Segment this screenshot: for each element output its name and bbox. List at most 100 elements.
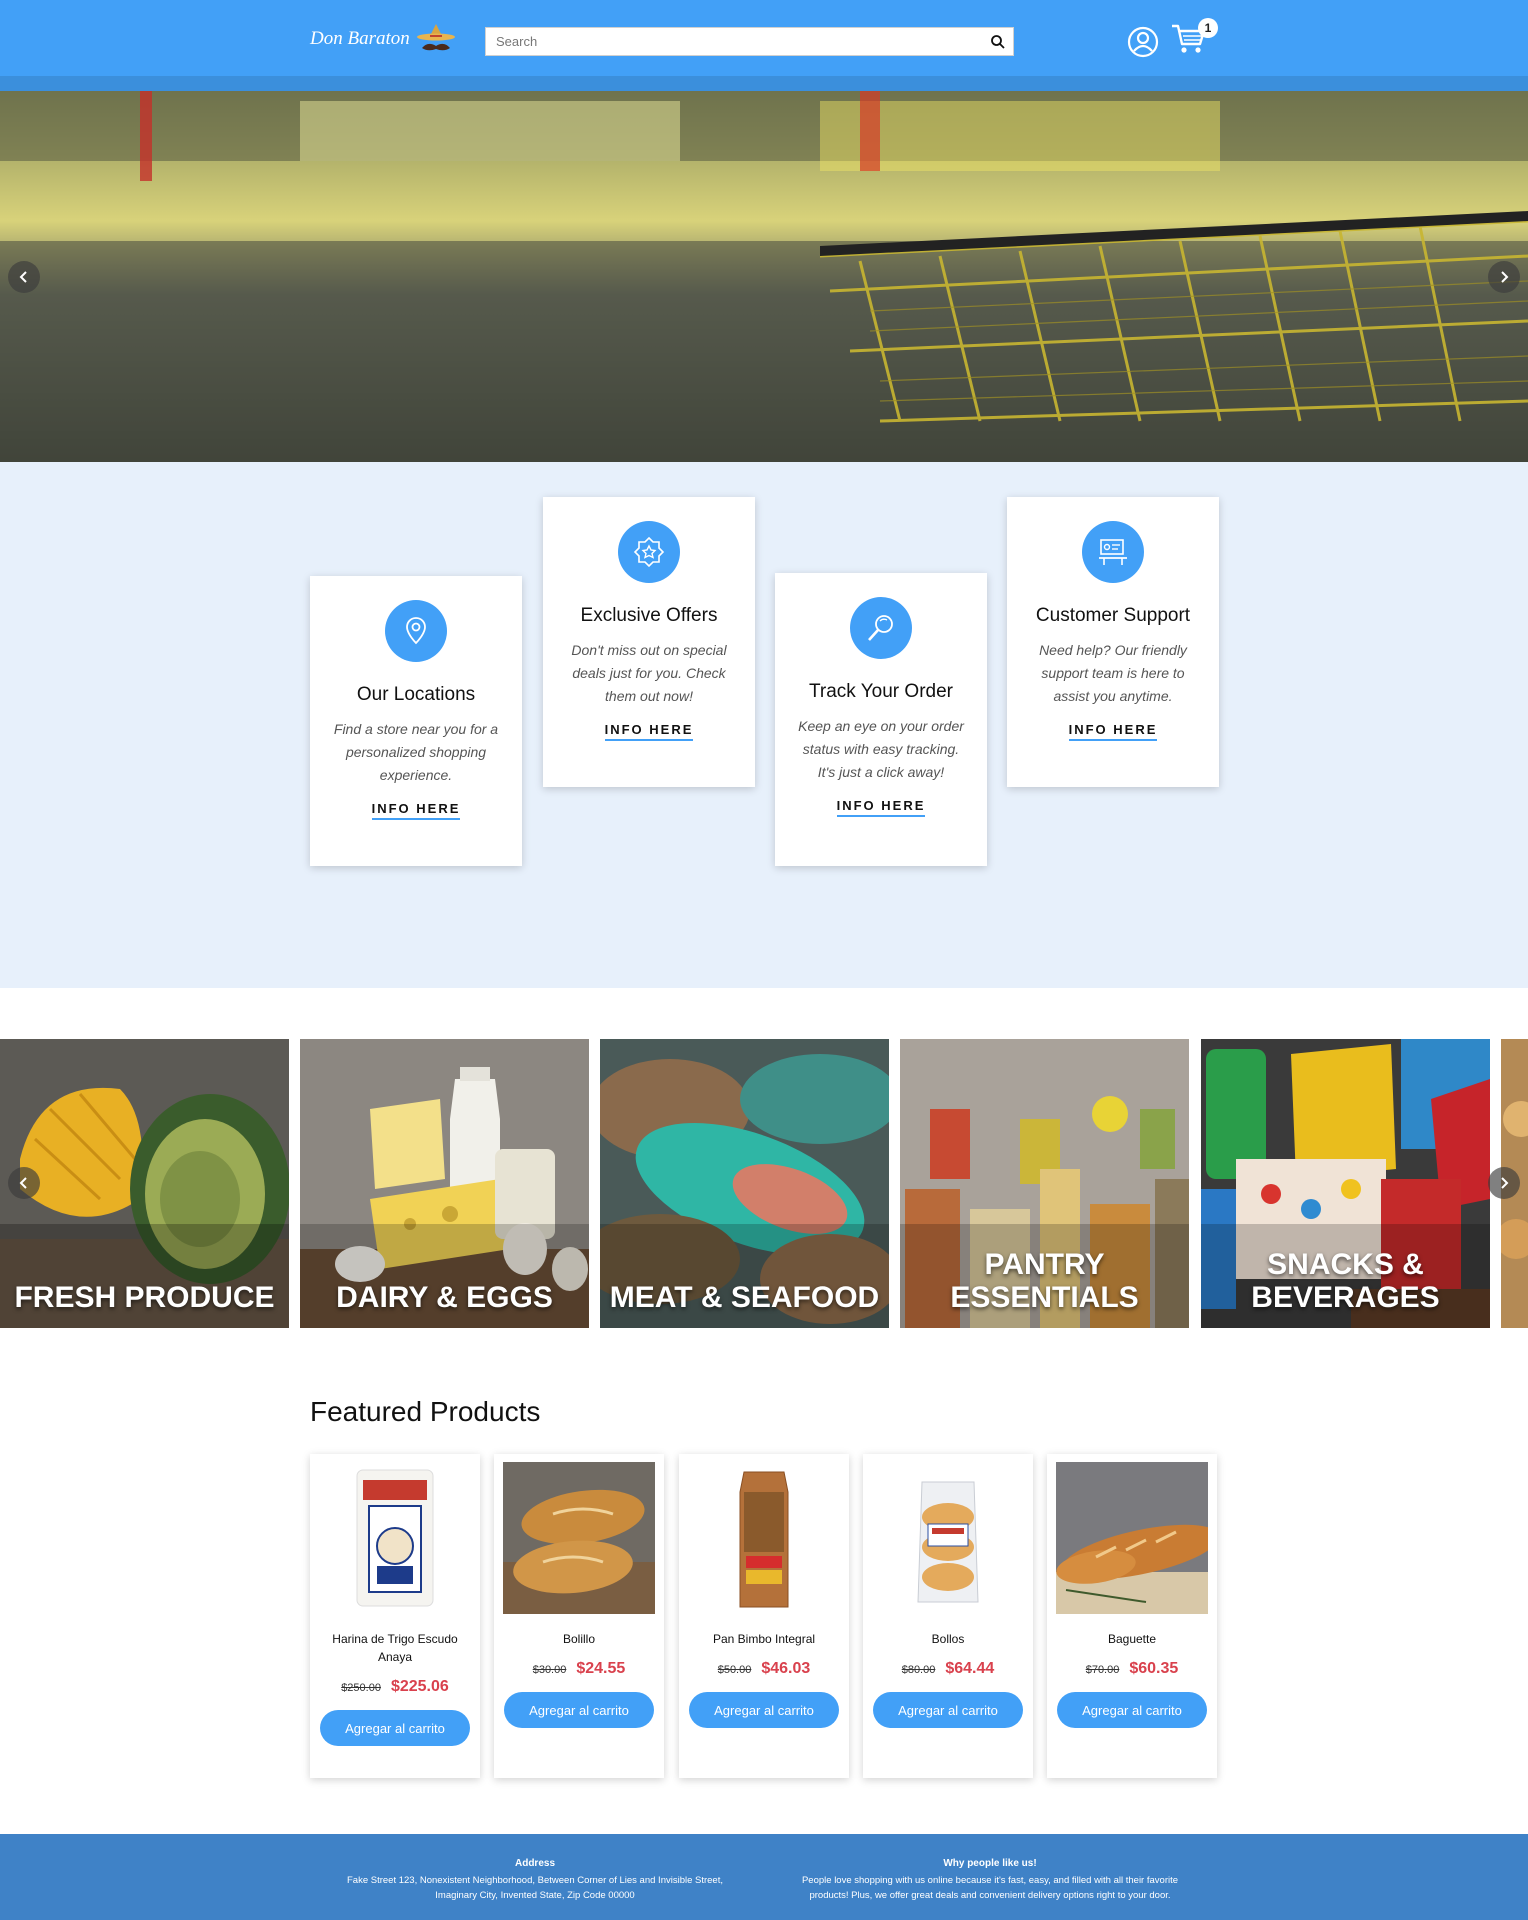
product-card: Bolillo $30.00 $24.55 Agregar al carrito [494,1454,664,1778]
sombrero-mustache-logo-icon [416,24,455,51]
service-title: Track Your Order [809,681,953,702]
category-prev-button[interactable] [8,1167,40,1199]
product-name[interactable]: Harina de Trigo Escudo Anaya [322,1630,468,1666]
badge-icon [618,521,680,583]
service-info-link[interactable]: INFO HERE [604,722,694,741]
category-label: DAIRY & EGGS [336,1281,553,1314]
service-title: Exclusive Offers [580,605,718,626]
service-info-link[interactable]: INFO HERE [1068,722,1158,741]
price-row: $30.00 $24.55 [494,1660,664,1678]
service-card-offers: Exclusive Offers Don't miss out on speci… [543,497,755,787]
support-desk-icon [1082,521,1144,583]
service-info-link[interactable]: INFO HERE [836,798,926,817]
price-row: $80.00 $64.44 [863,1660,1033,1678]
category-label: FRESH PRODUCE [14,1281,275,1314]
footer-why-us: Why people like us! People love shopping… [785,1856,1195,1903]
product-image[interactable] [319,1462,471,1614]
site-header: Don Baraton 1 [0,0,1528,76]
site-logo[interactable]: Don Baraton [310,22,456,56]
service-info-link[interactable]: INFO HERE [371,801,461,820]
category-label: PANTRY ESSENTIALS [950,1248,1139,1314]
sale-price: $64.44 [945,1660,995,1677]
price-row: $70.00 $60.35 [1047,1660,1217,1678]
search-bar [485,27,1014,56]
chevron-left-icon [19,1177,27,1189]
service-card-track-order: Track Your Order Keep an eye on your ord… [775,573,987,866]
product-name[interactable]: Bolillo [506,1630,652,1648]
footer-address-text: Fake Street 123, Nonexistent Neighborhoo… [347,1875,723,1901]
service-description: Find a store near you for a personalized… [333,721,499,783]
service-card-locations: Our Locations Find a store near you for … [310,576,522,866]
category-carousel: FRESH PRODUCE DAIRY & EGGS MEAT & SEAFOO… [0,1039,1528,1328]
hero-prev-button[interactable] [8,261,40,293]
sale-price: $60.35 [1129,1660,1179,1677]
search-input[interactable] [486,28,1013,55]
cart-count-badge: 1 [1198,18,1218,38]
magnifier-icon [850,597,912,659]
add-to-cart-button[interactable]: Agregar al carrito [689,1692,839,1728]
category-label: MEAT & SEAFOOD [609,1281,880,1314]
sale-price: $24.55 [576,1660,626,1677]
price-row: $250.00 $225.06 [310,1678,480,1696]
product-card: Harina de Trigo Escudo Anaya $250.00 $22… [310,1454,480,1778]
product-card: Pan Bimbo Integral $50.00 $46.03 Agregar… [679,1454,849,1778]
user-account-icon[interactable] [1127,26,1159,58]
chevron-right-icon [1501,1177,1509,1189]
product-name[interactable]: Bollos [875,1630,1021,1648]
footer-why-text: People love shopping with us online beca… [801,1875,1179,1901]
footer-why-title: Why people like us! [943,1858,1037,1869]
logo-text: Don Baraton [310,28,410,49]
service-title: Our Locations [356,684,476,705]
product-image[interactable] [503,1462,655,1614]
category-snacks-beverages[interactable]: SNACKS & BEVERAGES [1201,1039,1490,1328]
search-icon[interactable] [990,34,1006,50]
category-meat-seafood[interactable]: MEAT & SEAFOOD [600,1039,889,1328]
sale-price: $46.03 [761,1660,811,1677]
service-card-support: Customer Support Need help? Our friendly… [1007,497,1219,787]
product-image[interactable] [872,1462,1024,1614]
hero-carousel [0,91,1528,462]
price-row: $50.00 $46.03 [679,1660,849,1678]
add-to-cart-button[interactable]: Agregar al carrito [504,1692,654,1728]
bollos-bag-image [872,1462,1024,1614]
bimbo-integral-bread-image [688,1462,840,1614]
add-to-cart-button[interactable]: Agregar al carrito [320,1710,470,1746]
category-pantry-essentials[interactable]: PANTRY ESSENTIALS [900,1039,1189,1328]
header-divider [0,76,1528,91]
chevron-right-icon [1501,271,1509,283]
category-next-button[interactable] [1488,1167,1520,1199]
category-fresh-produce[interactable]: FRESH PRODUCE [0,1039,289,1328]
hero-next-button[interactable] [1488,261,1520,293]
product-name[interactable]: Baguette [1059,1630,1205,1648]
original-price: $80.00 [901,1664,936,1676]
product-image[interactable] [1056,1462,1208,1614]
product-card: Bollos $80.00 $64.44 Agregar al carrito [863,1454,1033,1778]
footer-address-title: Address [514,1858,555,1869]
hero-shopping-carts-image [0,91,1528,462]
flour-bag-image [319,1462,471,1614]
chevron-left-icon [19,271,27,283]
add-to-cart-button[interactable]: Agregar al carrito [873,1692,1023,1728]
service-title: Customer Support [1035,605,1191,626]
product-image[interactable] [688,1462,840,1614]
service-description: Keep an eye on your order status with ea… [798,718,964,780]
bolillo-bread-image [503,1462,655,1614]
original-price: $30.00 [532,1664,567,1676]
service-description: Need help? Our friendly support team is … [1039,642,1187,704]
location-pin-icon [385,600,447,662]
footer-address: Address Fake Street 123, Nonexistent Nei… [330,1856,740,1903]
category-label: SNACKS & BEVERAGES [1251,1248,1440,1314]
original-price: $250.00 [341,1682,381,1694]
original-price: $70.00 [1085,1664,1120,1676]
service-description: Don't miss out on special deals just for… [571,642,727,704]
site-footer: Address Fake Street 123, Nonexistent Nei… [0,1834,1528,1920]
baguette-image [1056,1462,1208,1614]
product-card: Baguette $70.00 $60.35 Agregar al carrit… [1047,1454,1217,1778]
original-price: $50.00 [717,1664,752,1676]
add-to-cart-button[interactable]: Agregar al carrito [1057,1692,1207,1728]
category-dairy-eggs[interactable]: DAIRY & EGGS [300,1039,589,1328]
sale-price: $225.06 [390,1678,449,1695]
product-name[interactable]: Pan Bimbo Integral [691,1630,837,1648]
services-section: Our Locations Find a store near you for … [0,462,1528,988]
featured-products-title: Featured Products [310,1396,541,1427]
